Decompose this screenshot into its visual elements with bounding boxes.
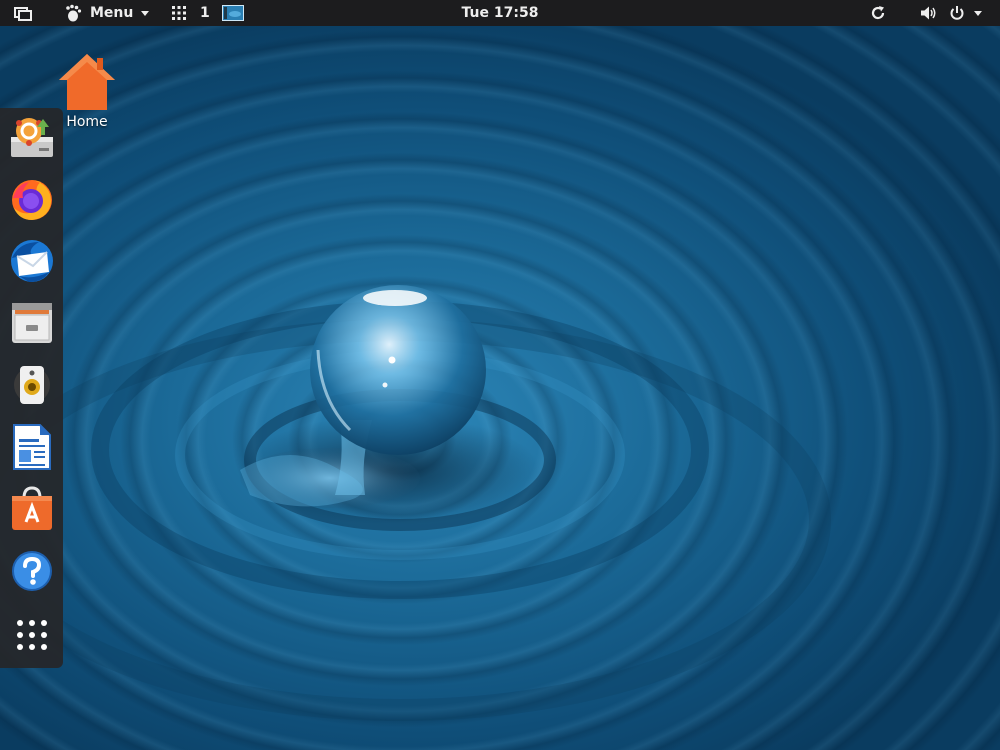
workspace-thumbnail-icon bbox=[222, 5, 244, 21]
file-cabinet-icon bbox=[12, 303, 52, 343]
installer-icon bbox=[11, 118, 53, 157]
dock-item-show-applications[interactable] bbox=[7, 610, 57, 660]
dock-item-help[interactable] bbox=[7, 546, 57, 596]
dock-item-rhythmbox[interactable] bbox=[7, 360, 57, 410]
home-folder-icon bbox=[59, 54, 115, 110]
windows-icon bbox=[14, 7, 32, 21]
refresh-icon bbox=[871, 6, 885, 20]
menu-label: Menu bbox=[90, 5, 134, 21]
app-grid-icon bbox=[17, 620, 47, 650]
clock-label[interactable]: Tue 17:58 bbox=[462, 5, 539, 21]
writer-document-icon bbox=[13, 424, 51, 470]
power-icon bbox=[950, 6, 964, 20]
dock bbox=[0, 108, 63, 668]
volume-button[interactable] bbox=[920, 0, 938, 26]
dock-item-thunderbird[interactable] bbox=[7, 236, 57, 286]
top-panel: Menu 1 Tue 17:58 bbox=[0, 0, 1000, 26]
dock-item-software[interactable] bbox=[7, 484, 57, 534]
help-icon bbox=[12, 551, 52, 591]
dock-item-firefox[interactable] bbox=[7, 174, 57, 224]
app-grid-button[interactable] bbox=[171, 0, 187, 26]
thunderbird-icon bbox=[11, 240, 53, 282]
workspace-indicator[interactable]: 1 bbox=[200, 0, 210, 26]
speaker-icon bbox=[14, 366, 50, 404]
dock-item-installer[interactable] bbox=[7, 112, 57, 162]
gnome-menu-button[interactable]: Menu bbox=[64, 0, 152, 26]
dock-item-files[interactable] bbox=[7, 298, 57, 348]
dock-item-writer[interactable] bbox=[7, 422, 57, 472]
app-grid-icon bbox=[172, 6, 186, 20]
desktop-wallpaper bbox=[0, 0, 1000, 750]
gnome-foot-icon bbox=[66, 4, 82, 22]
refresh-button[interactable] bbox=[870, 0, 886, 26]
firefox-icon bbox=[12, 180, 52, 220]
chevron-down-icon bbox=[141, 11, 150, 16]
chevron-down-icon bbox=[974, 11, 982, 16]
power-menu-button[interactable] bbox=[949, 0, 985, 26]
window-list-button[interactable] bbox=[14, 0, 32, 26]
volume-icon bbox=[921, 6, 936, 20]
workspace-thumbnail[interactable] bbox=[222, 0, 244, 26]
shopping-bag-icon bbox=[12, 486, 52, 530]
workspace-number: 1 bbox=[200, 5, 210, 21]
